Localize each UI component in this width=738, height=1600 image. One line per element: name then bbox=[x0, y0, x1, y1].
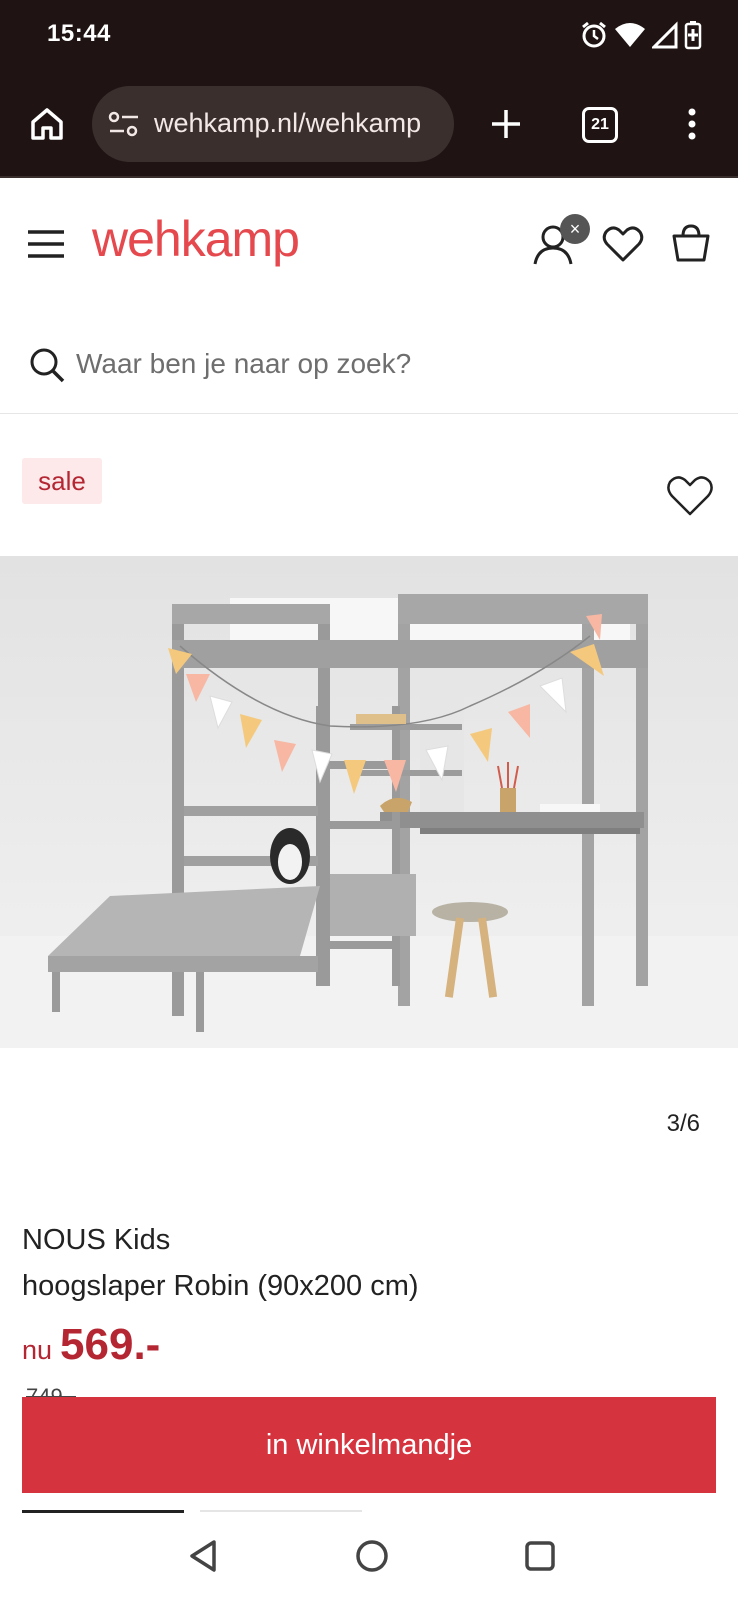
battery-icon bbox=[684, 21, 702, 50]
price-prefix: nu bbox=[22, 1335, 53, 1365]
add-to-cart-button[interactable]: in winkelmandje bbox=[22, 1397, 716, 1493]
sale-badge: sale bbox=[22, 458, 102, 504]
new-tab-button[interactable] bbox=[486, 104, 526, 144]
product-brand[interactable]: NOUS Kids bbox=[22, 1224, 170, 1257]
menu-button[interactable] bbox=[26, 228, 66, 260]
image-counter: 3/6 bbox=[666, 1110, 700, 1137]
option-tab-active[interactable] bbox=[22, 1510, 184, 1513]
search-icon[interactable] bbox=[28, 346, 66, 384]
home-button[interactable] bbox=[352, 1536, 392, 1576]
site-header: wehkamp × bbox=[0, 180, 738, 310]
more-vert-icon bbox=[688, 108, 696, 140]
site-settings-icon[interactable] bbox=[108, 110, 140, 138]
address-bar[interactable]: wehkamp.nl/wehkamp bbox=[92, 86, 454, 162]
product-wishlist-button[interactable] bbox=[666, 474, 714, 518]
cart-button[interactable] bbox=[670, 222, 712, 264]
signal-icon bbox=[652, 21, 678, 49]
hamburger-icon bbox=[28, 230, 64, 258]
wifi-icon bbox=[615, 23, 645, 47]
back-button[interactable] bbox=[184, 1536, 224, 1576]
account-status-badge: × bbox=[560, 214, 590, 244]
price: nu 569.- bbox=[22, 1320, 160, 1370]
search-bar bbox=[0, 320, 738, 414]
wishlist-header-button[interactable] bbox=[602, 224, 644, 264]
wehkamp-logo[interactable]: wehkamp bbox=[92, 210, 300, 268]
loft-bed-illustration bbox=[0, 556, 738, 1048]
home-icon bbox=[31, 108, 63, 140]
price-value: 569.- bbox=[60, 1320, 161, 1369]
back-icon bbox=[190, 1540, 216, 1572]
recents-icon bbox=[525, 1541, 555, 1571]
status-time: 15:44 bbox=[47, 20, 111, 47]
option-tab[interactable] bbox=[200, 1510, 362, 1512]
status-icons bbox=[580, 20, 702, 50]
url-text: wehkamp.nl/wehkamp bbox=[154, 108, 422, 138]
browser-home-button[interactable] bbox=[27, 104, 67, 144]
product-title: hoogslaper Robin (90x200 cm) bbox=[22, 1270, 419, 1302]
status-bar: 15:44 bbox=[0, 0, 738, 76]
recents-button[interactable] bbox=[520, 1536, 560, 1576]
alarm-icon bbox=[582, 21, 606, 48]
heart-icon bbox=[667, 476, 713, 516]
search-input[interactable] bbox=[76, 342, 696, 386]
plus-icon bbox=[492, 110, 520, 138]
old-price: 749.- bbox=[26, 1384, 77, 1398]
home-circle-icon bbox=[356, 1540, 388, 1572]
product-image[interactable] bbox=[0, 556, 738, 1048]
shopping-bag-icon bbox=[672, 224, 710, 262]
browser-menu-button[interactable] bbox=[680, 104, 704, 144]
browser-toolbar: wehkamp.nl/wehkamp 21 bbox=[0, 76, 738, 178]
tab-switcher-button[interactable]: 21 bbox=[582, 107, 618, 143]
heart-icon bbox=[602, 226, 644, 262]
system-nav-bar bbox=[0, 1514, 738, 1600]
